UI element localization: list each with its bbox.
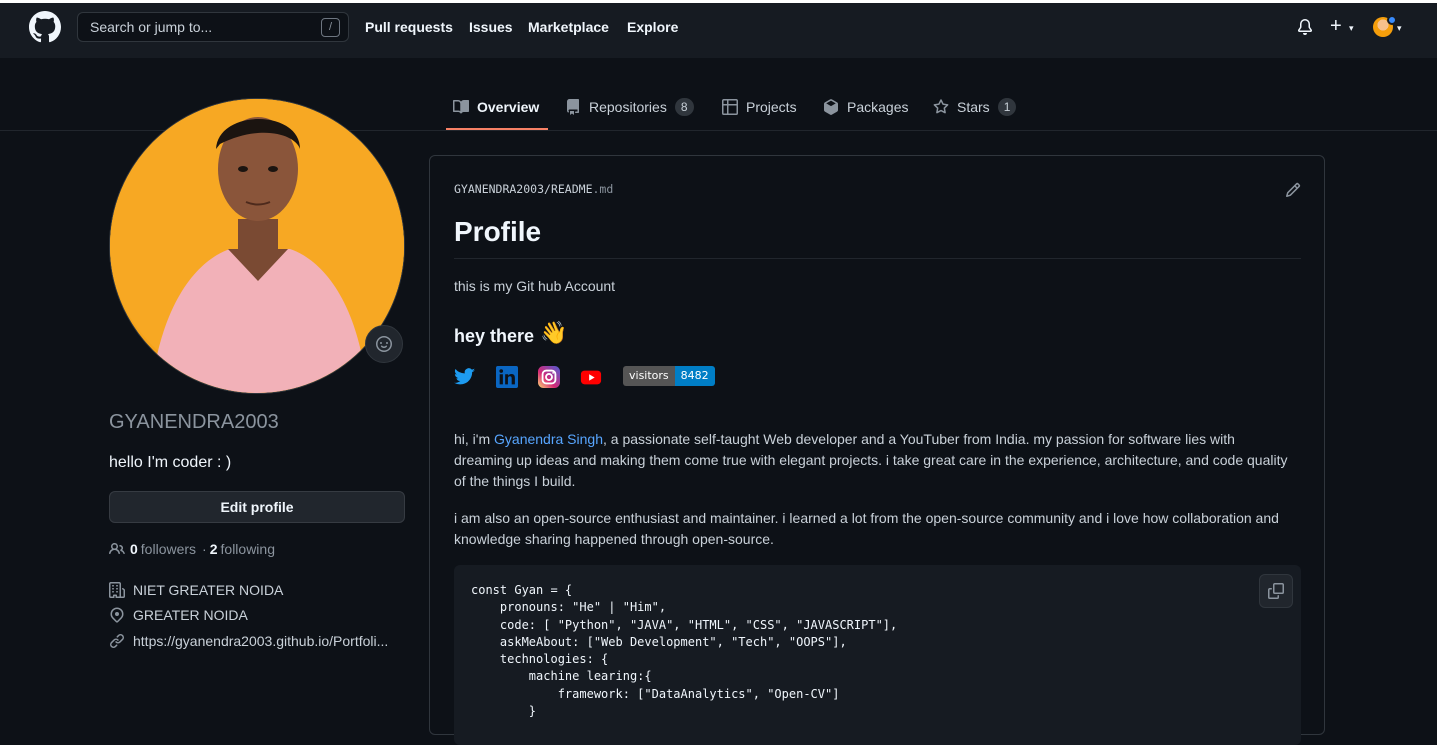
readme-owner[interactable]: GYANENDRA2003 <box>454 182 544 196</box>
readme-heading: Profile <box>454 216 1301 259</box>
readme-path: GYANENDRA2003/README.md <box>454 182 613 196</box>
tab-overview[interactable]: Overview <box>453 97 539 117</box>
edit-profile-button[interactable]: Edit profile <box>109 491 405 523</box>
youtube-icon[interactable] <box>580 366 602 388</box>
follow-separator: · <box>202 541 207 557</box>
vcard-website[interactable]: https://gyanendra2003.github.io/Portfoli… <box>109 633 388 649</box>
bell-icon[interactable] <box>1297 19 1313 35</box>
greeting-text: hey there <box>454 326 535 346</box>
profile-avatar[interactable] <box>109 98 405 394</box>
visitors-badge-label: visitors <box>623 366 675 386</box>
visitors-badge: visitors 8482 <box>623 366 715 386</box>
greeting-heading: hey there 👋 <box>454 320 567 347</box>
code-text: const Gyan = { pronouns: "He" | "Him", c… <box>471 583 898 719</box>
organization-icon <box>109 582 125 598</box>
following-label[interactable]: following <box>221 541 275 557</box>
search-input[interactable]: Search or jump to... / <box>77 12 349 42</box>
tab-packages-label: Packages <box>847 99 909 115</box>
followers-label[interactable]: followers <box>141 541 196 557</box>
vcard-company: NIET GREATER NOIDA <box>109 582 283 598</box>
tab-projects[interactable]: Projects <box>722 97 797 117</box>
package-icon <box>824 99 838 115</box>
readme-card: GYANENDRA2003/README.md Profile this is … <box>429 155 1325 745</box>
profile-username: GYANENDRA2003 <box>109 411 279 433</box>
create-caret-icon[interactable]: ▾ <box>1349 23 1354 34</box>
about-prefix: hi, i'm <box>454 431 495 447</box>
nav-explore[interactable]: Explore <box>627 19 678 35</box>
readme-filename[interactable]: README <box>551 182 593 196</box>
linkedin-icon[interactable] <box>496 366 518 388</box>
tab-repositories-label: Repositories <box>589 99 667 115</box>
smiley-icon <box>376 336 392 352</box>
github-logo-icon[interactable] <box>29 11 61 43</box>
path-slash: / <box>544 182 551 196</box>
copy-button[interactable] <box>1259 574 1293 608</box>
global-header: Search or jump to... / Pull requests Iss… <box>0 3 1437 58</box>
visitors-badge-value: 8482 <box>674 366 715 386</box>
tab-stars[interactable]: Stars 1 <box>933 97 1017 117</box>
nav-issues[interactable]: Issues <box>469 19 513 35</box>
stars-count-badge: 1 <box>997 98 1017 116</box>
readme-intro: this is my Git hub Account <box>454 278 616 294</box>
active-tab-indicator <box>446 128 548 130</box>
repositories-count-badge: 8 <box>674 98 694 116</box>
company-text: NIET GREATER NOIDA <box>133 582 284 598</box>
nav-pull-requests[interactable]: Pull requests <box>365 19 453 35</box>
search-shortcut-key: / <box>321 18 340 37</box>
readme-extension: .md <box>592 182 614 196</box>
follow-stats: 0 followers · 2 following <box>109 541 278 557</box>
user-menu-caret-icon[interactable]: ▾ <box>1397 23 1402 34</box>
waving-hand-icon: 👋 <box>540 319 568 345</box>
repo-icon <box>567 99 579 115</box>
tab-overview-label: Overview <box>477 99 540 115</box>
author-name-link[interactable]: Gyanendra Singh <box>494 431 603 447</box>
following-count[interactable]: 2 <box>210 541 218 557</box>
tab-packages[interactable]: Packages <box>823 97 908 117</box>
tab-repositories[interactable]: Repositories 8 <box>565 97 694 117</box>
avatar-portrait-illustration <box>110 99 404 393</box>
twitter-icon[interactable] <box>454 366 476 388</box>
copy-icon <box>1268 583 1284 599</box>
about-paragraph: hi, i'm Gyanendra Singh, a passionate se… <box>454 429 1294 492</box>
tab-projects-label: Projects <box>746 99 797 115</box>
code-block: const Gyan = { pronouns: "He" | "Him", c… <box>454 565 1301 745</box>
oss-paragraph: i am also an open-source enthusiast and … <box>454 510 1279 547</box>
website-link[interactable]: https://gyanendra2003.github.io/Portfoli… <box>133 633 388 649</box>
edit-pencil-icon[interactable] <box>1285 182 1301 198</box>
vcard-location: GREATER NOIDA <box>109 607 248 623</box>
instagram-icon[interactable] <box>538 366 560 388</box>
link-icon <box>110 634 124 648</box>
create-new-icon[interactable]: + <box>1330 16 1342 36</box>
table-icon <box>722 99 738 115</box>
search-placeholder: Search or jump to... <box>90 19 213 35</box>
tab-stars-label: Stars <box>957 99 990 115</box>
star-icon <box>933 99 949 114</box>
profile-bio: hello I'm coder : ) <box>109 454 232 471</box>
nav-marketplace[interactable]: Marketplace <box>528 19 609 35</box>
location-text: GREATER NOIDA <box>133 607 248 623</box>
book-icon <box>453 99 469 114</box>
followers-count[interactable]: 0 <box>130 541 138 557</box>
set-status-button[interactable] <box>365 325 403 363</box>
status-dot <box>1387 15 1397 25</box>
location-icon <box>110 607 124 623</box>
people-icon <box>109 542 125 555</box>
